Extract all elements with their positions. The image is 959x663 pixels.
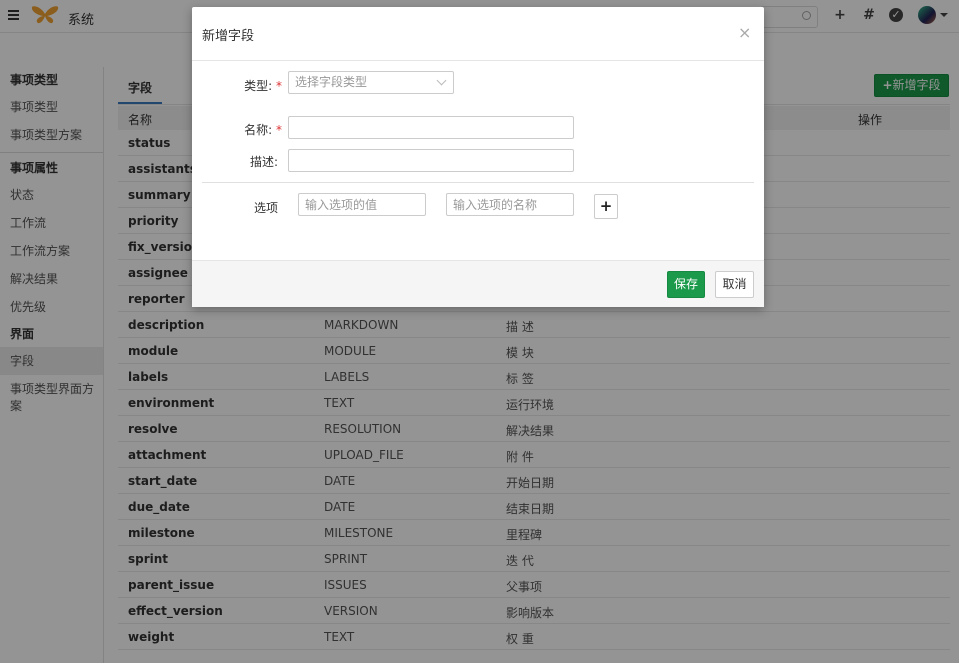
option-name-input[interactable] xyxy=(446,193,574,216)
dialog-section-divider xyxy=(202,182,754,183)
dialog-title: 新增字段 xyxy=(202,29,255,44)
required-mark: * xyxy=(276,79,282,93)
required-mark: * xyxy=(276,123,282,137)
new-field-dialog: 新增字段 × 类型: * 选择字段类型 名称: * 描述: 选项 + 保存 取消 xyxy=(192,7,764,307)
save-button[interactable]: 保存 xyxy=(667,271,705,298)
dialog-header-divider xyxy=(192,60,764,61)
name-label-text: 名称: xyxy=(244,123,273,137)
type-label: 类型: * xyxy=(232,77,282,94)
name-label: 名称: * xyxy=(232,121,282,138)
dialog-footer: 保存 取消 xyxy=(192,260,764,307)
field-description-input[interactable] xyxy=(288,149,574,172)
field-type-select[interactable]: 选择字段类型 xyxy=(288,71,454,94)
field-type-placeholder: 选择字段类型 xyxy=(295,75,368,89)
close-icon[interactable]: × xyxy=(738,25,751,41)
add-option-button[interactable]: + xyxy=(594,194,618,219)
cancel-button[interactable]: 取消 xyxy=(715,271,754,298)
desc-label: 描述: xyxy=(249,155,278,169)
chevron-down-icon xyxy=(436,75,447,86)
type-label-text: 类型: xyxy=(244,79,273,93)
options-label: 选项 xyxy=(253,201,278,215)
option-value-input[interactable] xyxy=(298,193,426,216)
field-name-input[interactable] xyxy=(288,116,574,139)
